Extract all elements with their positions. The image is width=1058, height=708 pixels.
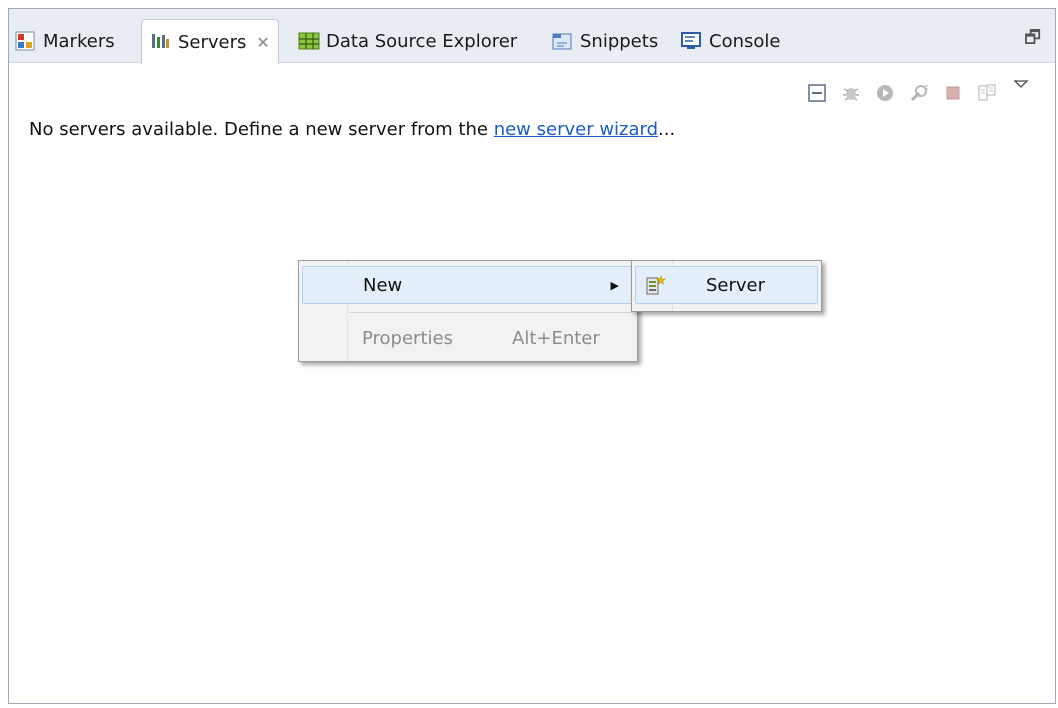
menu-item-label: New — [363, 274, 403, 296]
view-menu-icon[interactable] — [1011, 75, 1031, 95]
new-submenu: Server — [631, 260, 822, 312]
tab-data-source-explorer[interactable]: Data Source Explorer — [298, 19, 517, 63]
menu-item-new[interactable]: New ▶ — [302, 266, 634, 304]
servers-icon — [150, 32, 170, 52]
close-tab-icon[interactable]: ✕ — [256, 33, 269, 52]
tab-label: Console — [709, 30, 781, 52]
collapse-all-icon[interactable] — [807, 83, 827, 103]
maximize-icon[interactable]: 🗗 — [1024, 25, 1041, 55]
data-source-explorer-icon — [298, 31, 320, 51]
tab-label: Markers — [43, 30, 115, 52]
publish-icon[interactable] — [977, 83, 997, 103]
tab-label: Snippets — [580, 30, 659, 52]
tab-label: Servers — [178, 31, 247, 53]
message-ellipsis: ... — [658, 119, 676, 140]
context-menu: New ▶ Properties Alt+Enter — [298, 260, 638, 362]
tab-snippets[interactable]: Snippets — [552, 19, 658, 63]
menu-separator — [349, 312, 633, 313]
menu-item-label: Server — [706, 274, 766, 296]
tab-markers[interactable]: Markers — [15, 19, 115, 63]
message-text: No servers available. Define a new serve… — [29, 119, 494, 140]
console-icon — [681, 31, 701, 51]
submenu-arrow-icon: ▶ — [610, 278, 619, 292]
menu-item-label: Properties — [362, 327, 453, 349]
stop-server-icon[interactable] — [943, 83, 963, 103]
new-server-icon — [644, 274, 666, 296]
menu-item-server[interactable]: Server — [635, 266, 818, 304]
menu-item-shortcut: Alt+Enter — [512, 327, 600, 349]
start-server-icon[interactable] — [875, 83, 895, 103]
profile-server-icon[interactable] — [909, 83, 929, 103]
menu-item-properties[interactable]: Properties Alt+Enter — [302, 319, 634, 357]
tab-servers[interactable]: Servers ✕ — [141, 19, 279, 64]
snippets-icon — [552, 31, 572, 51]
tab-console[interactable]: Console — [681, 19, 780, 63]
debug-server-icon[interactable] — [841, 83, 861, 103]
new-server-wizard-link[interactable]: new server wizard — [494, 119, 658, 140]
markers-icon — [15, 31, 35, 51]
tab-label: Data Source Explorer — [326, 30, 518, 52]
view-tab-bar: Markers Servers ✕ Data Source Explorer S… — [9, 9, 1055, 64]
no-servers-message: No servers available. Define a new serve… — [29, 119, 675, 140]
servers-toolbar — [807, 79, 1031, 107]
